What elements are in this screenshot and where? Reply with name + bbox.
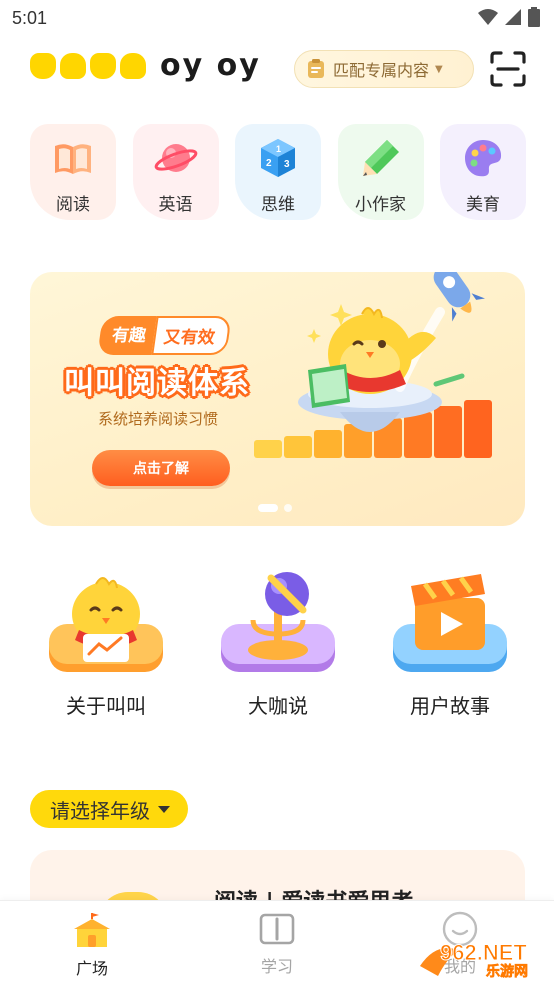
carousel-dot	[284, 504, 292, 512]
banner-title: 叫叫阅读体系	[64, 366, 250, 401]
tab-label: 学习	[260, 957, 293, 976]
logo-blob	[60, 53, 86, 79]
category-label: 阅读	[56, 195, 90, 215]
banner-illustration	[254, 272, 492, 458]
carousel-indicator	[258, 504, 292, 512]
book-icon	[259, 913, 295, 945]
banner-tag-fun: 有趣	[97, 316, 157, 355]
logo-blob	[120, 53, 146, 79]
grade-selector[interactable]: 请选择年级	[30, 790, 188, 828]
category-writer[interactable]: 小作家	[337, 124, 424, 220]
dice-icon: 1 2 3	[261, 139, 295, 177]
grade-selector-label: 请选择年级	[50, 798, 150, 823]
match-button-label: 匹配专属内容	[333, 61, 430, 80]
signal-icon	[505, 9, 521, 25]
category-reading[interactable]: 阅读	[30, 124, 116, 220]
book-icon	[55, 144, 91, 174]
tab-study[interactable]: 学习	[237, 911, 317, 977]
feature-about[interactable]: 关于叫叫	[36, 568, 176, 719]
clipboard-icon	[308, 59, 324, 78]
svg-text:3: 3	[284, 159, 290, 170]
status-time: 5:01	[12, 8, 48, 28]
feature-label: 用户故事	[410, 694, 490, 718]
video-clapper-icon	[393, 574, 507, 672]
category-label: 思维	[261, 195, 295, 215]
svg-text:2: 2	[266, 158, 272, 169]
feature-expert-talk[interactable]: 大咖说	[208, 568, 348, 719]
svg-text:962.NET: 962.NET	[440, 940, 527, 965]
logo-text: oy oy	[160, 48, 261, 83]
status-icons	[478, 7, 540, 27]
palette-icon	[465, 140, 502, 177]
pencil-icon	[362, 140, 399, 176]
home-icon	[74, 913, 110, 947]
site-watermark: 962.NET 乐游网	[420, 940, 528, 980]
logo-blob	[90, 53, 116, 79]
banner-learn-more-button[interactable]: 点击了解	[92, 450, 230, 486]
microphone-icon	[221, 572, 335, 672]
caret-down-icon	[158, 805, 170, 813]
dodo-logo-icon	[30, 53, 56, 79]
feature-label: 大咖说	[248, 694, 308, 718]
category-label: 小作家	[355, 195, 406, 215]
category-row: 阅读 英语 1 2 3 思维 小作家 美育	[30, 124, 526, 220]
banner-subtitle: 系统培养阅读习惯	[98, 410, 219, 428]
battery-icon	[528, 7, 540, 27]
category-art[interactable]: 美育	[440, 124, 526, 220]
svg-text:1: 1	[276, 144, 281, 154]
banner-tags: 有趣 又有效	[97, 316, 232, 355]
svg-text:乐游网: 乐游网	[486, 963, 528, 980]
chevron-down-icon: ▼	[435, 63, 443, 75]
chick-mascot-icon	[49, 577, 163, 672]
category-label: 美育	[466, 195, 500, 215]
app-header: oy oy 匹配专属内容 ▼	[0, 46, 554, 94]
promo-banner[interactable]: 有趣 又有效 叫叫阅读体系 系统培养阅读习惯 点击了解	[30, 272, 525, 526]
category-label: 英语	[158, 195, 193, 215]
feature-user-stories[interactable]: 用户故事	[380, 568, 520, 719]
tab-label: 广场	[75, 959, 108, 978]
feature-label: 关于叫叫	[66, 694, 146, 718]
planet-icon	[154, 144, 197, 172]
match-content-button[interactable]: 匹配专属内容 ▼	[294, 50, 474, 88]
wifi-icon	[478, 9, 498, 25]
category-thinking[interactable]: 1 2 3 思维	[235, 124, 321, 220]
status-bar: 5:01	[0, 0, 554, 38]
scan-icon[interactable]	[489, 50, 527, 88]
feature-row: 关于叫叫 大咖说 用户故事	[36, 568, 520, 719]
tab-plaza[interactable]: 广场	[52, 911, 132, 979]
category-english[interactable]: 英语	[132, 124, 219, 220]
carousel-dot-active	[258, 504, 278, 512]
app-logo: oy oy	[30, 48, 261, 83]
banner-tag-effective: 又有效	[151, 316, 232, 355]
